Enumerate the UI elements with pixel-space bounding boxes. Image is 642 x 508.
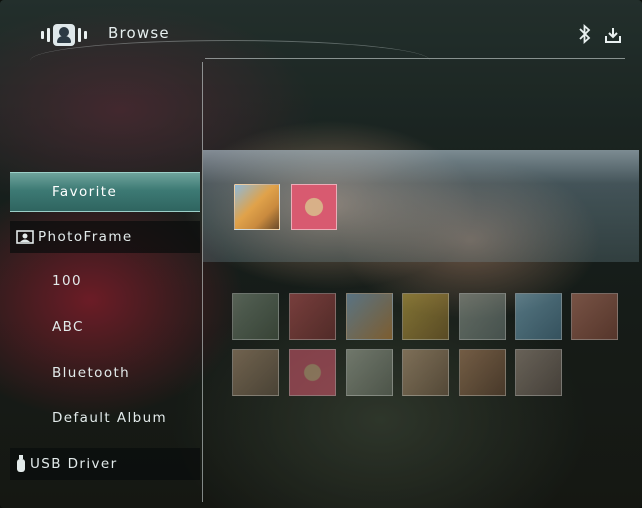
grid-thumbnail[interactable] — [232, 293, 279, 340]
sidebar-item-default-album[interactable]: Default Album — [10, 399, 200, 437]
photo-frame-screen: Browse Favorite PhotoFrame 100 ABC Bluet… — [0, 0, 642, 508]
usb-icon — [17, 455, 25, 472]
sidebar-section-usb-driver[interactable]: USB Driver — [10, 448, 200, 480]
bluetooth-icon — [579, 24, 591, 44]
grid-thumbnail[interactable] — [459, 349, 506, 396]
sidebar-item-bluetooth[interactable]: Bluetooth — [10, 354, 200, 392]
grid-thumbnail[interactable] — [459, 293, 506, 340]
sidebar-item-100[interactable]: 100 — [10, 262, 200, 300]
grid-thumbnail[interactable] — [346, 293, 393, 340]
grid-thumbnail[interactable] — [515, 349, 562, 396]
thumb-dog-sunflowers[interactable] — [234, 184, 280, 230]
grid-thumbnail[interactable] — [346, 349, 393, 396]
grid-thumbnail[interactable] — [571, 293, 618, 340]
sidebar-divider — [202, 62, 203, 502]
grid-thumbnail[interactable] — [515, 293, 562, 340]
sidebar-section-photoframe[interactable]: PhotoFrame — [10, 221, 200, 253]
thumb-dog-pink-flowers[interactable] — [291, 184, 337, 230]
grid-thumbnail[interactable] — [289, 293, 336, 340]
grid-thumbnail[interactable] — [402, 293, 449, 340]
grid-thumbnail[interactable] — [232, 349, 279, 396]
download-icon — [605, 28, 621, 43]
photo-frame-icon — [16, 230, 34, 244]
grid-thumbnail[interactable] — [402, 349, 449, 396]
browse-mode-indicator[interactable] — [41, 24, 87, 46]
top-bar: Browse — [0, 0, 642, 62]
grid-thumbnail[interactable] — [289, 349, 336, 396]
sidebar-item-abc[interactable]: ABC — [10, 308, 200, 346]
photo-mode-icon[interactable] — [53, 24, 75, 46]
sidebar-item-favorite[interactable]: Favorite — [10, 172, 200, 212]
page-title: Browse — [108, 24, 170, 42]
